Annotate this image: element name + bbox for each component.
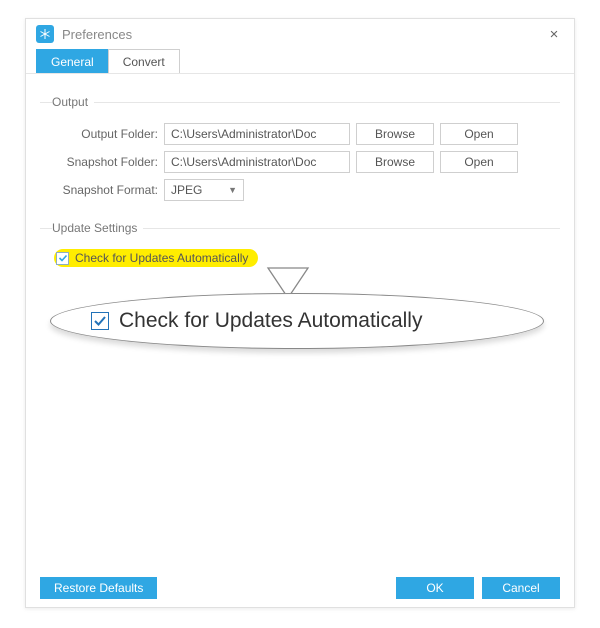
output-folder-row: Output Folder: C:\Users\Administrator\Do…	[40, 123, 560, 145]
tab-convert[interactable]: Convert	[108, 49, 180, 73]
cancel-button[interactable]: Cancel	[482, 577, 560, 599]
dialog-footer: Restore Defaults OK Cancel	[26, 569, 574, 607]
snapshot-folder-browse-button[interactable]: Browse	[356, 151, 434, 173]
chevron-down-icon: ▼	[228, 185, 237, 195]
output-folder-input[interactable]: C:\Users\Administrator\Doc	[164, 123, 350, 145]
snapshot-folder-input[interactable]: C:\Users\Administrator\Doc	[164, 151, 350, 173]
content-pane: Output Output Folder: C:\Users\Administr…	[26, 75, 574, 569]
snapshot-format-row: Snapshot Format: JPEG ▼	[40, 179, 560, 201]
check-updates-label: Check for Updates Automatically	[75, 251, 248, 265]
tabstrip: General Convert	[26, 49, 574, 74]
snapshot-folder-open-button[interactable]: Open	[440, 151, 518, 173]
preferences-dialog: Preferences × General Convert Output Out…	[25, 18, 575, 608]
tab-general[interactable]: General	[36, 49, 109, 73]
snapshot-folder-label: Snapshot Folder:	[54, 155, 164, 169]
app-icon	[36, 25, 54, 43]
window-title: Preferences	[62, 27, 544, 42]
update-settings-group: Update Settings Check for Updates Automa…	[40, 221, 560, 267]
check-updates-checkbox[interactable]	[56, 252, 69, 265]
check-icon	[58, 253, 68, 263]
titlebar: Preferences ×	[26, 19, 574, 49]
restore-defaults-button[interactable]: Restore Defaults	[40, 577, 157, 599]
output-group: Output Output Folder: C:\Users\Administr…	[40, 95, 560, 207]
snapshot-format-label: Snapshot Format:	[54, 183, 164, 197]
output-folder-browse-button[interactable]: Browse	[356, 123, 434, 145]
snapshot-format-value: JPEG	[171, 183, 202, 197]
ok-button[interactable]: OK	[396, 577, 474, 599]
snapshot-format-select[interactable]: JPEG ▼	[164, 179, 244, 201]
output-folder-open-button[interactable]: Open	[440, 123, 518, 145]
check-updates-row[interactable]: Check for Updates Automatically	[54, 249, 258, 267]
output-folder-label: Output Folder:	[54, 127, 164, 141]
close-icon: ×	[550, 26, 559, 43]
close-button[interactable]: ×	[544, 24, 564, 44]
snapshot-folder-row: Snapshot Folder: C:\Users\Administrator\…	[40, 151, 560, 173]
output-legend: Output	[52, 95, 94, 109]
update-settings-legend: Update Settings	[52, 221, 143, 235]
